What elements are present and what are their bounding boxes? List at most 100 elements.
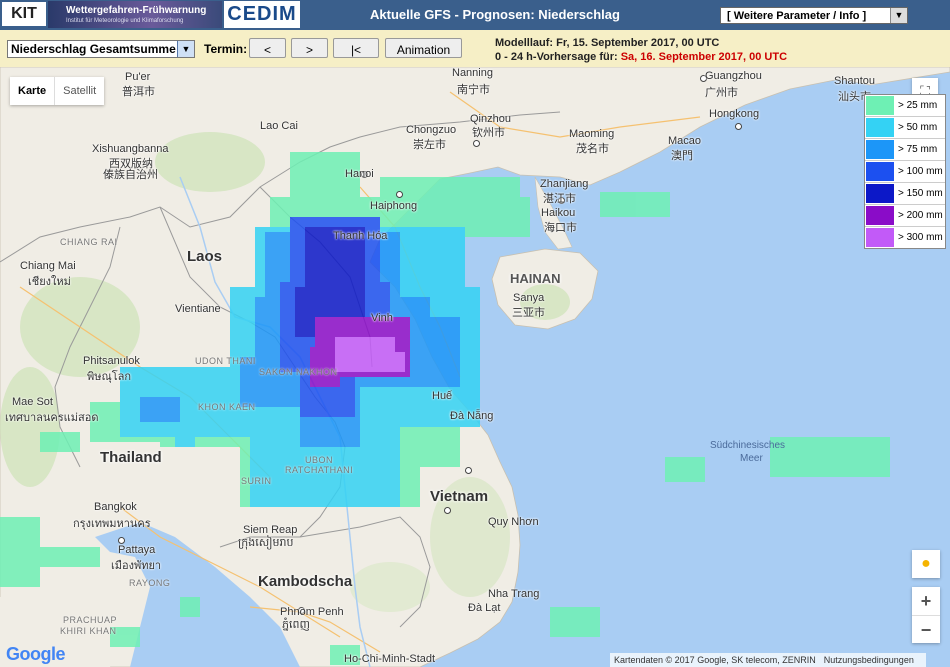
map-label-haikou-zh: 海口市: [544, 222, 577, 234]
map-label-udonthani: UDON THANI: [195, 356, 256, 366]
map-label-vientiane: Vientiane: [175, 303, 221, 315]
legend-label: > 100 mm: [898, 166, 943, 177]
forecast-prefix: 0 - 24 h-Vorhersage für:: [495, 51, 621, 63]
green-patch: [0, 367, 60, 487]
city-marker: [473, 140, 480, 147]
animation-button[interactable]: Animation: [385, 38, 462, 58]
first-button[interactable]: |<: [333, 38, 379, 58]
legend-swatch: [866, 206, 894, 225]
zoom-out-button[interactable]: −: [912, 616, 940, 644]
map-label-siemreap: Siem Reap: [243, 524, 298, 536]
wettergefahren-logo[interactable]: Wettergefahren-Frühwarnung Institut für …: [48, 1, 222, 28]
city-marker: [444, 507, 451, 514]
zoom-control: + −: [912, 587, 940, 643]
map-label-thailand: Thailand: [100, 449, 162, 466]
map-label-guangzhou: Guangzhou: [705, 70, 762, 82]
model-run: Modelllauf: Fr, 15. September 2017, 00 U…: [495, 37, 720, 49]
map-label-zhanjiang-zh: 湛江市: [543, 193, 576, 205]
green-patch: [350, 562, 430, 612]
green-patch: [155, 132, 265, 192]
legend-swatch: [866, 228, 894, 247]
map-label-phnompenh-km: ភ្នំពេញ: [282, 619, 310, 631]
map-label-south-china-sea-2: Meer: [740, 453, 763, 464]
map-label-xishuangbanna: Xishuangbanna: [92, 143, 169, 155]
map-label-khonkaen: KHON KAEN: [198, 402, 256, 412]
city-marker: [396, 191, 403, 198]
cedim-logo[interactable]: CEDIM: [224, 1, 300, 28]
pegman-icon[interactable]: ●: [912, 550, 940, 578]
map-label-hanoi: Hanoi: [345, 168, 374, 180]
map-label-pattaya: Pattaya: [118, 544, 156, 556]
map-label-nanning-zh: 南宁市: [457, 84, 490, 96]
kit-logo[interactable]: KIT: [2, 2, 46, 26]
map-label-hainan: HAINAN: [510, 271, 561, 286]
parameter-select[interactable]: [ Weitere Parameter / Info ] ▼: [720, 7, 908, 24]
map-label-siemreap-km: ក្រុងសៀមរាប: [238, 537, 294, 549]
google-logo[interactable]: Google: [6, 644, 66, 665]
chevron-down-icon[interactable]: ▼: [177, 41, 194, 57]
map-label-hongkong: Hongkong: [709, 108, 760, 120]
map-label-ubon: UBON: [305, 455, 334, 465]
map-label-sanya-zh: 三亚市: [512, 307, 545, 319]
map-label-zhanjiang: Zhanjiang: [540, 178, 589, 190]
legend-label: > 200 mm: [898, 210, 943, 221]
legend-swatch: [866, 184, 894, 203]
prev-button[interactable]: <: [249, 38, 286, 58]
map-label-guangzhou-zh: 广州市: [705, 87, 738, 99]
terms-link[interactable]: Nutzungsbedingungen: [824, 655, 914, 665]
map-type-control: Karte Satellit: [10, 77, 105, 105]
map-attribution: Kartendaten © 2017 Google, SK telecom, Z…: [610, 653, 926, 667]
legend-row: > 25 mm: [865, 95, 945, 117]
legend-swatch: [866, 118, 894, 137]
toolbar: Niederschlag Gesamtsumme ▼ Termin: < > |…: [0, 30, 950, 67]
map-label-south-china-sea: Südchinesisches: [710, 440, 786, 451]
legend-swatch: [866, 140, 894, 159]
map-label-chiangmai: Chiang Mai: [20, 260, 76, 272]
map-label-haiphong: Haiphong: [370, 200, 418, 212]
page-title: Aktuelle GFS - Prognosen: Niederschlag: [370, 7, 620, 22]
map-label-puer-zh: 普洱市: [122, 86, 155, 98]
forecast-date: Sa, 16. September 2017, 00 UTC: [620, 51, 788, 63]
map-label-maesot-th: เทศบาลนครแม่สอด: [5, 412, 99, 424]
map-label-sakonnakhon: SAKON NAKHON: [259, 367, 338, 377]
legend-label: > 25 mm: [898, 100, 938, 111]
map-label-chiangrai: CHIANG RAI: [60, 237, 118, 247]
map-canvas[interactable]: Nanning 南宁市 Guangzhou 广州市 Shantou 汕头市 Pu…: [0, 67, 950, 667]
map-type-karte-button[interactable]: Karte: [10, 77, 54, 105]
map-label-ratchathani: RATCHATHANI: [285, 465, 354, 475]
legend-label: > 150 mm: [898, 188, 943, 199]
forecast-valid: 0 - 24 h-Vorhersage für: Sa, 16. Septemb…: [495, 51, 787, 63]
map-label-maoming-zh: 茂名市: [576, 143, 609, 155]
zoom-in-button[interactable]: +: [912, 587, 940, 615]
product-select[interactable]: Niederschlag Gesamtsumme ▼: [7, 40, 195, 58]
legend-label: > 75 mm: [898, 144, 938, 155]
map-type-satellite-button[interactable]: Satellit: [54, 77, 104, 105]
wettergefahren-logo-subtitle: Institut für Meteorologie und Klimaforsc…: [66, 18, 184, 24]
map-label-xishuangbanna-zh2: 傣族自治州: [103, 169, 158, 181]
map-label-maesot: Mae Sot: [12, 396, 53, 408]
map-label-thanhhoa: Thanh Hóa: [333, 230, 388, 242]
map-label-maoming: Maoming: [569, 128, 615, 140]
map-label-bangkok-th: กรุงเทพมหานคร: [73, 518, 151, 530]
legend-label: > 300 mm: [898, 232, 943, 243]
map-label-laocai: Lao Cai: [260, 120, 298, 132]
map-label-sanya: Sanya: [513, 292, 545, 304]
map-label-qinzhou-zh: 钦州市: [472, 127, 505, 139]
legend-row: > 50 mm: [865, 117, 945, 139]
map-label-pattaya-th: เมืองพัทยา: [111, 560, 162, 572]
attribution-text: Kartendaten © 2017 Google, SK telecom, Z…: [614, 655, 816, 665]
map-label-nanning: Nanning: [452, 67, 493, 79]
map-label-hue: Huế: [432, 390, 453, 402]
wettergefahren-logo-title: Wettergefahren-Frühwarnung: [66, 5, 207, 16]
map-label-chongzuo-zh: 崇左市: [413, 139, 446, 151]
legend-row: > 300 mm: [865, 227, 945, 248]
map-label-dalat: Đà Lạt: [468, 602, 501, 614]
map-label-rayong: RAYONG: [129, 578, 171, 588]
precip-300mm: [335, 337, 405, 372]
map-label-shantou: Shantou: [834, 75, 875, 87]
next-button[interactable]: >: [291, 38, 328, 58]
termin-label: Termin:: [204, 42, 248, 56]
chevron-down-icon[interactable]: ▼: [890, 8, 907, 23]
legend-label: > 50 mm: [898, 122, 938, 133]
map-label-haikou: Haikou: [541, 207, 576, 219]
